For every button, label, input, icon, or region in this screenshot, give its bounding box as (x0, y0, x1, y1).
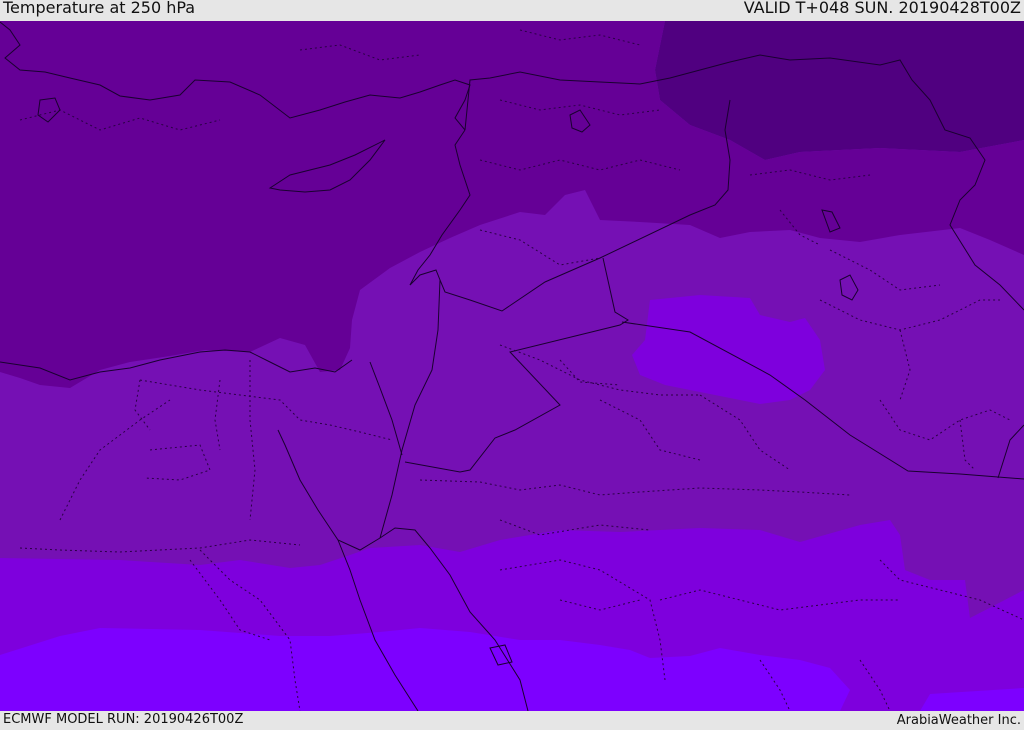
credit-label: ArabiaWeather Inc. (896, 713, 1021, 728)
footer-bar: ECMWF MODEL RUN: 20190426T00Z ArabiaWeat… (0, 711, 1024, 729)
map-frame: Temperature at 250 hPa VALID T+048 SUN. … (0, 0, 1024, 729)
model-run-label: ECMWF MODEL RUN: 20190426T00Z (3, 712, 244, 727)
temperature-map (0, 21, 1024, 711)
map-title: Temperature at 250 hPa (3, 0, 196, 17)
header-bar: Temperature at 250 hPa VALID T+048 SUN. … (0, 0, 1024, 21)
valid-time: VALID T+048 SUN. 20190428T00Z (743, 0, 1021, 17)
